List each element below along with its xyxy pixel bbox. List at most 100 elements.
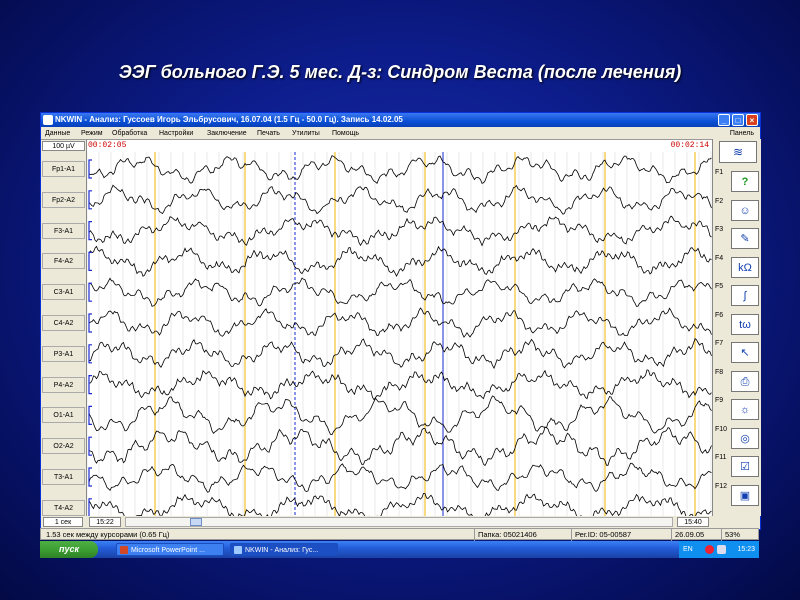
calibration-bracket	[88, 375, 92, 395]
menu-process[interactable]: Обработка	[112, 128, 147, 139]
checklist-icon[interactable]: ☑	[731, 456, 759, 477]
patient-face-icon[interactable]: ☺	[731, 199, 759, 221]
status-bar: 1.53 сек между курсорами (0.65 Гц) Папка…	[40, 528, 759, 541]
nkwin-icon	[234, 546, 242, 554]
function-key-label: F4	[715, 254, 724, 262]
channel-label-fp2-a2[interactable]: Fp2-A2	[42, 191, 85, 208]
eeg-trace-fp2-a2	[88, 184, 712, 215]
start-button[interactable]: пуск	[40, 541, 98, 558]
menu-panel[interactable]: Панель	[730, 128, 754, 139]
function-key-f8[interactable]: F8 ⎙	[715, 369, 759, 393]
menu-mode[interactable]: Режим	[81, 128, 103, 139]
eeg-trace-p4-a2	[88, 369, 712, 401]
language-indicator[interactable]: EN	[683, 541, 693, 558]
function-key-panel: ≋ F1? F2 ☺ F3 ✎ F4 kΩ F5 ∫ F6 tω F7 ↖ F8 ⎙ F9 ☼ F10 ◎ F11 ☑ F1…	[712, 139, 761, 516]
channel-label-c3-a1[interactable]: C3-A1	[42, 284, 85, 301]
globe-icon[interactable]: ◎	[731, 427, 759, 449]
brain-map-icon[interactable]: ≋	[719, 141, 757, 163]
function-key-f12[interactable]: F12 ▣	[715, 483, 759, 507]
function-key-label: F9	[715, 397, 724, 404]
calibration-bracket	[88, 498, 92, 517]
zoom-field: 53%	[721, 529, 740, 541]
printer-icon[interactable]: ⎙	[731, 370, 759, 392]
app-icon	[43, 115, 53, 125]
window-title: NKWIN - Анализ: Гуссоев Игорь Эльбрусови…	[55, 115, 403, 124]
pen-icon[interactable]: ✎	[731, 228, 759, 249]
calibration-bracket	[88, 159, 92, 179]
clock: 15:23	[737, 546, 755, 553]
time-end: 00:02:14	[670, 141, 709, 150]
function-key-label: F8	[715, 368, 724, 376]
cursor-icon[interactable]: ↖	[731, 342, 759, 363]
channel-label-column: 100 µV Fp1-A1 Fp2-A2 F3-A1 F4-A2 C3-A1 C4-A2 P…	[41, 140, 87, 517]
function-key-label: F6	[715, 311, 724, 319]
function-key-label: F1	[715, 169, 724, 176]
eeg-trace-t4-a2	[88, 493, 712, 517]
close-button[interactable]: ×	[746, 114, 758, 126]
maximize-button[interactable]: □	[732, 114, 744, 126]
function-key-label: F3	[715, 226, 724, 233]
taskbar-nkwin[interactable]: NKWIN - Анализ: Гус...	[230, 543, 338, 556]
time-frequency-icon[interactable]: tω	[731, 313, 759, 335]
nkwin-window: NKWIN - Анализ: Гуссоев Игорь Эльбрусови…	[40, 112, 761, 530]
menu-conclusion[interactable]: Заключение	[207, 128, 247, 139]
channel-label-o2-a2[interactable]: O2-A2	[42, 438, 85, 455]
function-key-f3[interactable]: F3 ✎	[715, 226, 759, 250]
curve-icon[interactable]: ∫	[731, 285, 759, 306]
time-scrollbar[interactable]	[125, 517, 673, 527]
function-key-f4[interactable]: F4 kΩ	[715, 255, 759, 279]
window-titlebar[interactable]: NKWIN - Анализ: Гуссоев Игорь Эльбрусови…	[41, 113, 760, 127]
taskbar-powerpoint[interactable]: Microsoft PowerPoint ...	[116, 543, 224, 556]
help-icon[interactable]: ?	[731, 171, 759, 192]
channel-label-f3-a1[interactable]: F3-A1	[42, 222, 85, 239]
tray-stop-icon[interactable]	[705, 545, 714, 554]
eeg-trace-p3-a1	[88, 337, 712, 370]
taskbar: пуск Microsoft PowerPoint ... NKWIN - Ан…	[40, 541, 759, 558]
menu-settings[interactable]: Настройки	[159, 128, 193, 139]
menu-print[interactable]: Печать	[257, 128, 280, 139]
function-key-f1[interactable]: F1?	[715, 169, 759, 193]
channel-label-p3-a1[interactable]: P3-A1	[42, 345, 85, 362]
menu-help[interactable]: Помощь	[332, 128, 359, 139]
eeg-trace-c3-a1	[88, 277, 712, 307]
timebase-selector[interactable]: 1 сек	[43, 517, 83, 527]
function-key-label: F12	[715, 482, 728, 490]
channel-label-t3-a1[interactable]: T3-A1	[42, 469, 85, 485]
function-key-f9[interactable]: F9 ☼	[715, 397, 759, 421]
slide-title: ЭЭГ больного Г.Э. 5 мес. Д-з: Синдром Ве…	[118, 62, 682, 82]
channel-label-fp1-a1[interactable]: Fp1-A1	[42, 161, 85, 177]
function-key-f11[interactable]: F11 ☑	[715, 454, 759, 478]
function-key-f7[interactable]: F7 ↖	[715, 340, 759, 364]
tray-network-icon[interactable]	[717, 545, 726, 554]
scrollbar-thumb[interactable]	[190, 518, 202, 526]
cursor-interval: 1.53 сек между курсорами (0.65 Гц)	[46, 530, 170, 539]
function-key-f5[interactable]: F5 ∫	[715, 283, 759, 307]
channel-label-p4-a2[interactable]: P4-A2	[42, 376, 85, 393]
function-key-label: F5	[715, 283, 724, 290]
folder-field: Папка: 05021406	[474, 529, 537, 541]
menu-utilities[interactable]: Утилиты	[292, 128, 320, 139]
taskbar-nkwin-label: NKWIN - Анализ: Гус...	[245, 547, 319, 554]
channel-label-f4-a2[interactable]: F4-A2	[42, 253, 85, 270]
lamp-icon[interactable]: ☼	[731, 399, 759, 420]
channel-label-c4-a2[interactable]: C4-A2	[42, 315, 85, 331]
eeg-trace-canvas[interactable]	[87, 140, 712, 517]
function-key-f2[interactable]: F2 ☺	[715, 198, 759, 222]
amplitude-scale[interactable]: 100 µV	[42, 141, 85, 151]
time-start: 00:02:05	[88, 141, 127, 150]
function-key-f10[interactable]: F10 ◎	[715, 426, 759, 450]
function-key-f6[interactable]: F6 tω	[715, 312, 759, 336]
calibration-bracket	[88, 282, 92, 302]
reg-id-field: Рег.ID: 05-00587	[571, 529, 631, 541]
calibration-bracket	[88, 190, 92, 210]
channel-label-o1-a1[interactable]: O1-A1	[42, 407, 85, 424]
eeg-viewer[interactable]: 100 µV Fp1-A1 Fp2-A2 F3-A1 F4-A2 C3-A1 C4-A2 P…	[41, 139, 712, 517]
powerpoint-icon	[120, 546, 128, 554]
menu-data[interactable]: Данные	[45, 128, 70, 139]
channel-label-t4-a2[interactable]: T4-A2	[42, 499, 85, 516]
archive-icon[interactable]: ▣	[731, 484, 759, 506]
eeg-trace-c4-a2	[88, 307, 712, 338]
minimize-button[interactable]: _	[718, 114, 730, 126]
impedance-icon[interactable]: kΩ	[731, 256, 759, 278]
taskbar-powerpoint-label: Microsoft PowerPoint ...	[131, 547, 205, 554]
